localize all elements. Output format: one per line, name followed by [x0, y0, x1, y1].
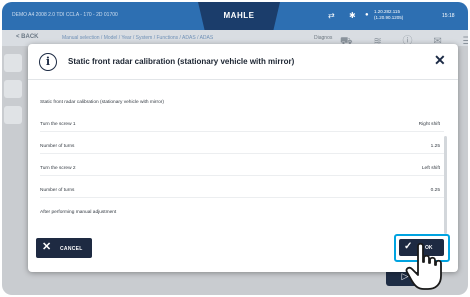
list-item: Number of turns 0.25 [40, 182, 444, 198]
close-icon[interactable]: ✕ [434, 53, 446, 67]
row-label: Number of turns [40, 188, 75, 193]
vcc-version: 1.20.282.115 (1.20.90.1205) [374, 9, 403, 21]
diagnosis-label: Diagnos [314, 35, 333, 41]
menu-icon[interactable]: ☰ [463, 36, 469, 47]
row-value: Right shift [418, 122, 440, 127]
dialog-title: Static front radar calibration (stationa… [68, 57, 295, 66]
bluetooth-icon: ✱ [349, 11, 356, 20]
vcc-line-2: (1.20.90.1205) [374, 15, 404, 20]
dialog-body: Static front radar calibration (stationa… [40, 94, 448, 234]
row-value: Left shift [421, 166, 440, 171]
background-item [4, 106, 22, 124]
calibration-dialog: i Static front radar calibration (statio… [28, 44, 458, 272]
row-label: Turn the screw 1 [40, 122, 76, 127]
list-item: Turn the screw 1 Right shift [40, 116, 444, 132]
row-label: Turn the screw 2 [40, 166, 76, 171]
background-item [4, 54, 22, 72]
row-value: 1.25 [430, 144, 440, 149]
background-panel [4, 54, 22, 154]
brand-logo: MAHLE [198, 2, 280, 30]
close-icon: ✕ [42, 241, 52, 253]
list-item: After performing manual adjustment [40, 204, 444, 220]
pointing-hand-icon [405, 242, 442, 290]
list-item: Number of turns 1.25 [40, 138, 444, 154]
intro-text: Static front radar calibration (stationa… [40, 100, 164, 105]
background-item [4, 80, 22, 98]
dialog-header: i Static front radar calibration (statio… [28, 44, 458, 80]
status-bar: DEMO A4 2008 2.0 TDI CCLA - 170 - 2D 017… [2, 2, 468, 30]
clock: 15:18 [442, 13, 455, 19]
row-label: Number of turns [40, 144, 75, 149]
vci-connection-icon: ⇄ [328, 11, 335, 20]
row-value: 0.25 [430, 188, 440, 193]
back-button[interactable]: < BACK [16, 34, 39, 40]
info-icon: i [39, 53, 57, 71]
vehicle-info: DEMO A4 2008 2.0 TDI CCLA - 170 - 2D 017… [12, 12, 118, 18]
device-screen: DEMO A4 2008 2.0 TDI CCLA - 170 - 2D 017… [2, 2, 468, 295]
breadcrumb[interactable]: Manual selection / Model / Year / System… [62, 35, 213, 41]
scrollbar[interactable] [444, 136, 447, 234]
cancel-button[interactable]: ✕ CANCEL [36, 238, 92, 258]
status-dot-icon: ● [365, 12, 369, 18]
list-item: Turn the screw 2 Left shift [40, 160, 444, 176]
row-label: After performing manual adjustment [40, 210, 117, 215]
cancel-label: CANCEL [60, 246, 83, 252]
